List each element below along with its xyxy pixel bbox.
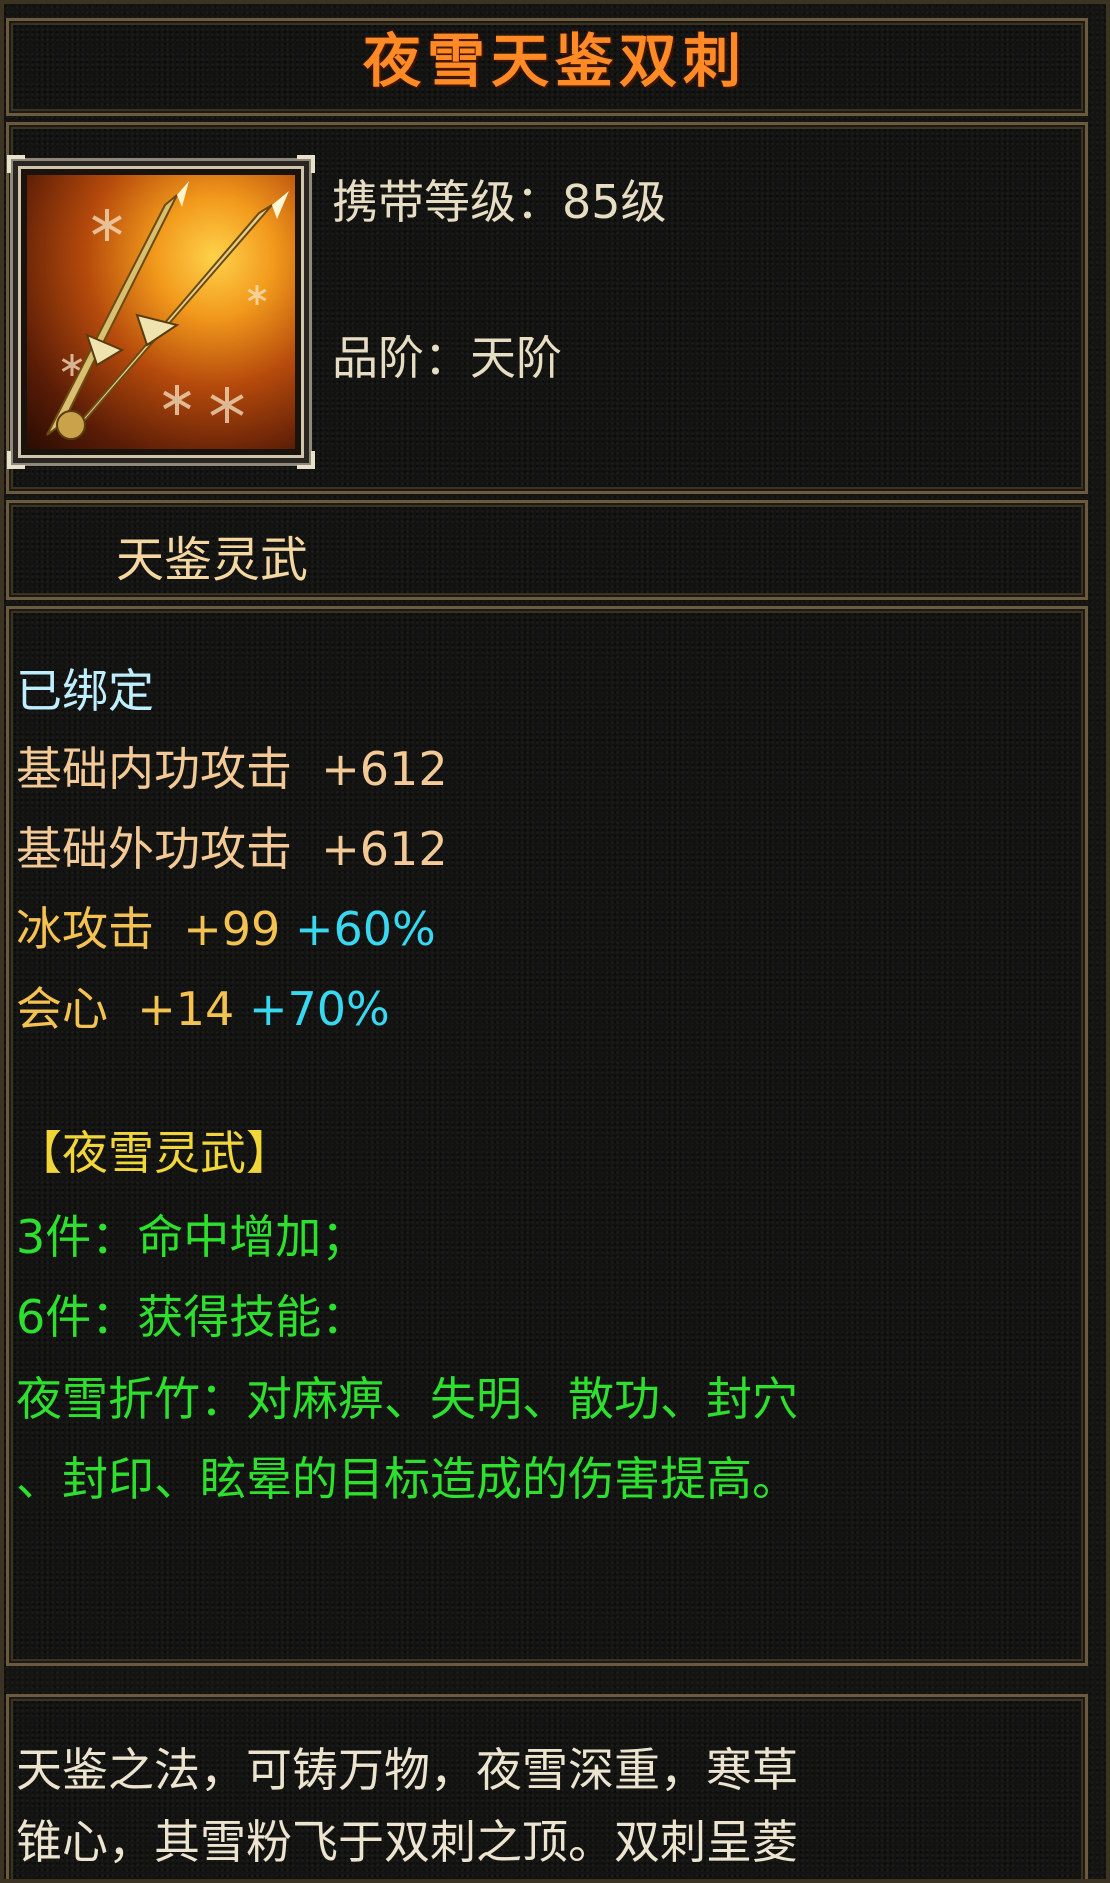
set-title: 【夜雪灵武】: [16, 1126, 292, 1180]
set-skill-line: 、封印、眩晕的目标造成的伤害提高。: [16, 1452, 798, 1506]
twin-daggers-snowflake-icon: [27, 175, 295, 449]
stat-label: 基础外功攻击: [16, 822, 292, 876]
item-description: 天鉴之法，可铸万物，夜雪深重，寒草 锥心，其雪粉飞于双刺之顶。双刺呈菱: [16, 1734, 1078, 1878]
stat-value: +14: [137, 982, 235, 1036]
stat-bonus: +60%: [294, 902, 436, 956]
bound-status: 已绑定: [16, 664, 154, 718]
stat-label: 基础内功攻击: [16, 742, 292, 796]
stat-line: 会心 +14 +70%: [16, 986, 390, 1032]
description-line: 锥心，其雪粉飞于双刺之顶。双刺呈菱: [16, 1815, 798, 1869]
stat-label: 冰攻击: [16, 902, 154, 956]
set-bonus-6: 6件：获得技能：: [16, 1290, 368, 1344]
stat-value: +612: [321, 742, 448, 796]
stat-line: 基础内功攻击 +612: [16, 746, 448, 792]
carry-level: 携带等级：85级: [332, 175, 667, 229]
stat-value: +612: [321, 822, 448, 876]
item-icon-frame: [7, 155, 315, 469]
set-bonus-3: 3件：命中增加；: [16, 1210, 368, 1264]
item-series: 天鉴灵武: [116, 532, 309, 588]
item-name: 夜雪天鉴双刺: [362, 27, 747, 95]
stat-bonus: +70%: [248, 982, 390, 1036]
item-grade: 品阶：天阶: [332, 331, 562, 385]
stat-line: 基础外功攻击 +612: [16, 826, 448, 872]
stat-value: +99: [183, 902, 281, 956]
stat-label: 会心: [16, 982, 108, 1036]
stat-line: 冰攻击 +99 +60%: [16, 906, 436, 952]
set-skill-line: 夜雪折竹：对麻痹、失明、散功、封穴: [16, 1372, 798, 1426]
description-line: 天鉴之法，可铸万物，夜雪深重，寒草: [16, 1743, 798, 1797]
